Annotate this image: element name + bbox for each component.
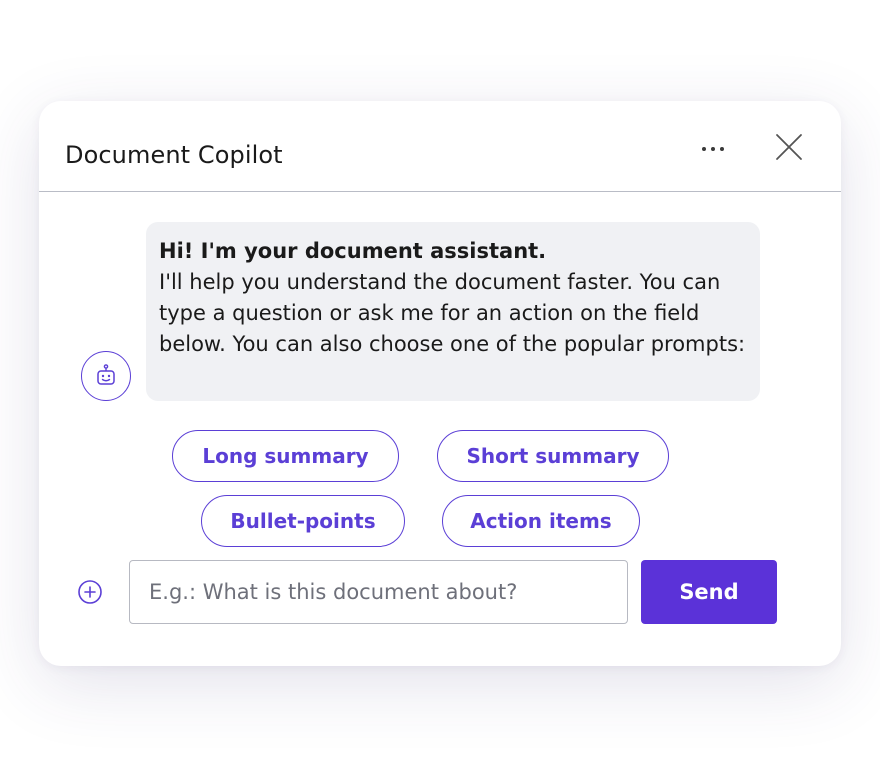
page-background: Document Copilot Hi! I'm your document a… bbox=[0, 0, 880, 768]
prompt-bullet-points[interactable]: Bullet-points bbox=[201, 495, 405, 547]
more-horizontal-icon bbox=[702, 147, 724, 151]
prompt-long-summary[interactable]: Long summary bbox=[172, 430, 399, 482]
assistant-avatar bbox=[81, 351, 131, 401]
panel-header: Document Copilot bbox=[39, 101, 841, 192]
add-attachment-button[interactable] bbox=[77, 579, 103, 605]
close-icon bbox=[776, 134, 802, 160]
prompt-action-items[interactable]: Action items bbox=[442, 495, 640, 547]
copilot-panel: Document Copilot Hi! I'm your document a… bbox=[39, 101, 841, 666]
close-button[interactable] bbox=[771, 129, 807, 165]
robot-icon bbox=[97, 364, 115, 385]
message-body: I'll help you understand the document fa… bbox=[159, 270, 746, 356]
plus-circle-icon bbox=[78, 580, 102, 604]
prompt-short-summary[interactable]: Short summary bbox=[437, 430, 669, 482]
message-input[interactable] bbox=[129, 560, 628, 624]
panel-title: Document Copilot bbox=[65, 141, 283, 169]
send-button[interactable]: Send bbox=[641, 560, 777, 624]
assistant-message: Hi! I'm your document assistant. I'll he… bbox=[146, 222, 760, 401]
more-options-button[interactable] bbox=[695, 131, 731, 167]
message-heading: Hi! I'm your document assistant. bbox=[159, 239, 547, 263]
